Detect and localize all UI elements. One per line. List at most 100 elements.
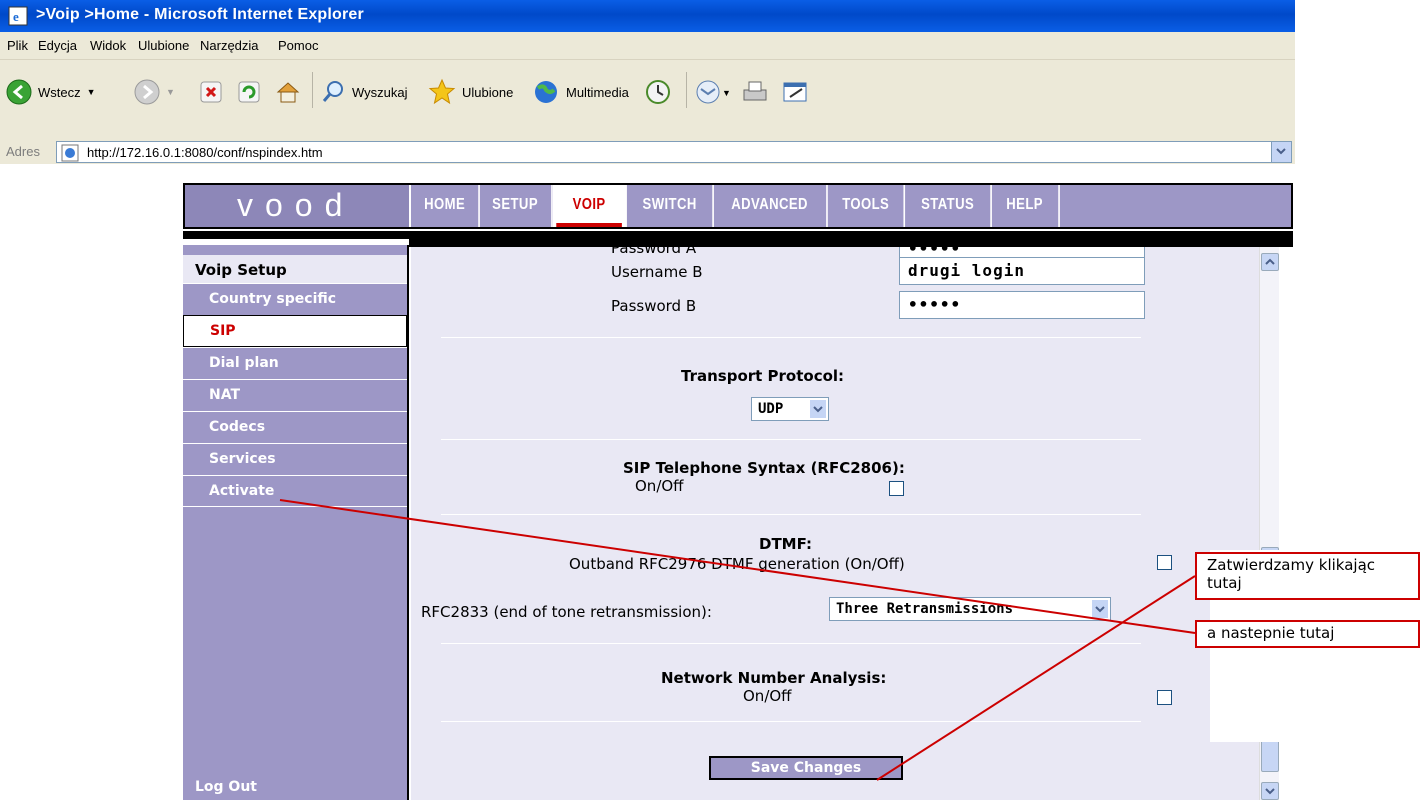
top-navigation: vood HOME SETUP VOIP SWITCH ADVANCED TOO…	[183, 183, 1293, 229]
section-divider	[441, 514, 1141, 515]
print-icon[interactable]	[740, 74, 770, 110]
address-input[interactable]: http://172.16.0.1:8080/conf/nspindex.htm	[56, 141, 1292, 163]
media-globe-icon	[535, 81, 557, 103]
menu-widok[interactable]: Widok	[90, 38, 126, 53]
sip-syntax-onoff-label: On/Off	[635, 477, 684, 495]
history-icon[interactable]	[644, 74, 672, 110]
forward-arrow-icon	[134, 79, 160, 105]
annotation-note-then: a nastepnie tutaj	[1195, 620, 1420, 648]
sidebar-item-dial-plan[interactable]: Dial plan	[183, 347, 407, 379]
section-divider	[441, 721, 1141, 722]
mail-icon[interactable]: ▼	[694, 74, 734, 110]
sidebar-item-nat[interactable]: NAT	[183, 379, 407, 411]
nav-tools[interactable]: TOOLS	[828, 185, 906, 227]
search-label: Wyszukaj	[352, 84, 408, 100]
sidebar: Voip Setup Country specific SIP Dial pla…	[183, 245, 409, 800]
home-icon[interactable]	[274, 74, 302, 110]
menu-ulubione[interactable]: Ulubione	[138, 38, 189, 53]
sidebar-item-country-specific[interactable]: Country specific	[183, 283, 407, 315]
stop-icon[interactable]	[198, 74, 224, 110]
star-icon	[428, 78, 456, 105]
search-button[interactable]: Wyszukaj	[320, 74, 408, 110]
media-label: Multimedia	[566, 84, 629, 100]
svg-text:▼: ▼	[722, 88, 731, 98]
transport-protocol-select[interactable]: UDP	[751, 397, 829, 421]
nav-setup[interactable]: SETUP	[479, 185, 553, 227]
header-divider	[409, 239, 1293, 247]
nav-help[interactable]: HELP	[991, 185, 1060, 227]
section-divider	[441, 439, 1141, 440]
nna-checkbox[interactable]	[1157, 690, 1172, 705]
back-arrow-icon	[6, 79, 32, 105]
password-a-label: Password A	[611, 247, 697, 257]
logout-link[interactable]: Log Out	[195, 779, 257, 795]
nav-voip[interactable]: VOIP	[553, 185, 627, 227]
menu-bar: Plik Edycja Widok Ulubione Narzędzia Pom…	[0, 32, 1295, 60]
vood-logo: vood	[185, 185, 411, 227]
dtmf-title: DTMF:	[759, 535, 813, 553]
address-url: http://172.16.0.1:8080/conf/nspindex.htm	[87, 145, 323, 160]
page-icon	[61, 144, 79, 162]
transport-protocol-value: UDP	[758, 401, 784, 417]
address-bar: Adres http://172.16.0.1:8080/conf/nspind…	[0, 140, 1295, 164]
scroll-up-icon[interactable]	[1261, 253, 1279, 271]
window-titlebar: e >Voip >Home - Microsoft Internet Explo…	[0, 0, 1295, 32]
sidebar-item-services[interactable]: Services	[183, 443, 407, 475]
username-b-label: Username B	[611, 263, 703, 281]
sidebar-heading: Voip Setup	[183, 255, 407, 283]
password-b-label: Password B	[611, 297, 697, 315]
favorites-label: Ulubione	[462, 84, 514, 100]
nna-title: Network Number Analysis:	[661, 669, 887, 687]
search-icon	[322, 81, 343, 102]
forward-button[interactable]: ▼	[134, 74, 175, 110]
menu-narzedzia[interactable]: Narzędzia	[200, 38, 259, 53]
toolbar-separator	[686, 72, 687, 108]
sidebar-item-codecs[interactable]: Codecs	[183, 411, 407, 443]
nav-switch[interactable]: SWITCH	[627, 185, 714, 227]
section-divider	[441, 643, 1141, 644]
address-dropdown-icon[interactable]	[1271, 142, 1291, 162]
menu-edycja[interactable]: Edycja	[38, 38, 77, 53]
chevron-down-icon	[1091, 599, 1109, 619]
sip-syntax-title: SIP Telephone Syntax (RFC2806):	[623, 459, 905, 477]
annotation-note-confirm-line2: tutaj	[1207, 574, 1242, 592]
menu-pomoc[interactable]: Pomoc	[278, 38, 318, 53]
dtmf-outband-label: Outband RFC2976 DTMF generation (On/Off)	[569, 555, 905, 573]
annotation-note-confirm: Zatwierdzamy klikając tutaj	[1195, 552, 1420, 600]
rfc2833-value: Three Retransmissions	[836, 601, 1014, 617]
window-title: >Voip >Home - Microsoft Internet Explore…	[36, 6, 364, 23]
rfc2833-label: RFC2833 (end of tone retransmission):	[421, 603, 712, 621]
toolbar-separator	[312, 72, 313, 108]
transport-protocol-title: Transport Protocol:	[681, 367, 845, 385]
refresh-icon[interactable]	[236, 74, 262, 110]
edit-icon[interactable]	[780, 74, 810, 110]
save-changes-button[interactable]: Save Changes	[709, 756, 903, 780]
nav-status[interactable]: STATUS	[905, 185, 992, 227]
nna-onoff-label: On/Off	[743, 687, 792, 705]
sip-syntax-checkbox[interactable]	[889, 481, 904, 496]
address-label: Adres	[6, 144, 40, 159]
header-divider	[183, 231, 1293, 239]
dtmf-outband-checkbox[interactable]	[1157, 555, 1172, 570]
favorites-button[interactable]: Ulubione	[428, 74, 513, 110]
svg-text:e: e	[13, 9, 19, 24]
password-b-field[interactable]: •••••	[899, 291, 1145, 319]
router-page: vood HOME SETUP VOIP SWITCH ADVANCED TOO…	[183, 183, 1295, 800]
screenshot-root: e >Voip >Home - Microsoft Internet Explo…	[0, 0, 1420, 800]
browser-toolbar: Wstecz ▼ ▼ Wyszukaj Ulubione Multimedia …	[0, 60, 1295, 140]
sidebar-item-sip[interactable]: SIP	[183, 315, 407, 347]
menu-plik[interactable]: Plik	[7, 38, 28, 53]
media-button[interactable]: Multimedia	[532, 74, 629, 110]
logo-text: vood	[237, 187, 355, 223]
forward-dropdown-icon[interactable]: ▼	[166, 87, 175, 97]
back-button[interactable]: Wstecz ▼	[6, 74, 96, 110]
username-b-field[interactable]: drugi login	[899, 257, 1145, 285]
back-dropdown-icon[interactable]: ▼	[87, 87, 96, 97]
annotation-note-confirm-line1: Zatwierdzamy klikając	[1207, 556, 1376, 574]
chevron-down-icon	[809, 399, 827, 419]
scroll-down-icon[interactable]	[1261, 782, 1279, 800]
nav-home[interactable]: HOME	[411, 185, 480, 227]
rfc2833-select[interactable]: Three Retransmissions	[829, 597, 1111, 621]
sidebar-item-activate[interactable]: Activate	[183, 475, 407, 507]
nav-advanced[interactable]: ADVANCED	[713, 185, 828, 227]
